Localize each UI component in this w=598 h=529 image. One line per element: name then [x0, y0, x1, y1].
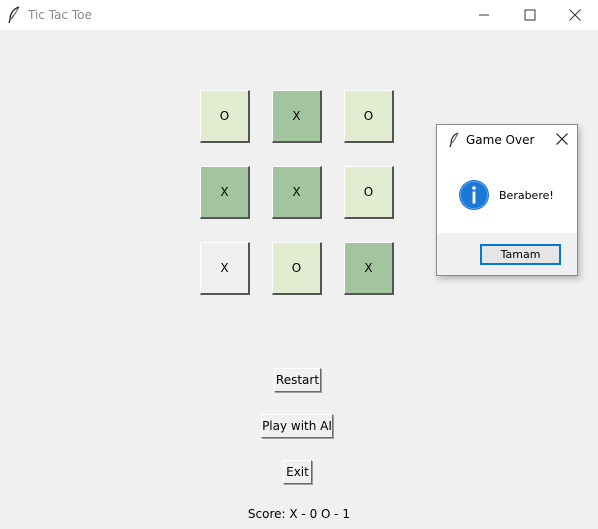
maximize-button[interactable] — [507, 0, 553, 30]
cell-mark: X — [220, 185, 229, 199]
play-with-ai-button[interactable]: Play with AI — [261, 414, 333, 438]
maximize-icon — [524, 9, 536, 21]
board-cell-2[interactable]: X — [272, 90, 322, 143]
board-cell-7[interactable]: X — [200, 242, 250, 295]
feather-icon — [448, 132, 460, 148]
cell-mark: O — [363, 109, 374, 123]
exit-button[interactable]: Exit — [283, 460, 312, 484]
cell-mark: X — [364, 261, 373, 275]
ok-button[interactable]: Tamam — [480, 244, 561, 265]
board-cell-1[interactable]: O — [200, 90, 250, 143]
title-bar[interactable]: Tic Tac Toe — [0, 0, 598, 30]
dialog-footer: Tamam — [437, 233, 577, 275]
score-label: Score: X - 0 O - 1 — [247, 507, 351, 521]
restart-button[interactable]: Restart — [274, 368, 321, 392]
board-cell-6[interactable]: O — [344, 166, 394, 219]
close-icon — [556, 133, 568, 145]
close-button[interactable] — [552, 0, 598, 30]
dialog-close-button[interactable] — [555, 132, 569, 146]
window-title: Tic Tac Toe — [28, 8, 92, 22]
dialog-title: Game Over — [466, 133, 535, 147]
cell-mark: X — [220, 261, 229, 275]
board-cell-3[interactable]: O — [344, 90, 394, 143]
board-cell-4[interactable]: X — [200, 166, 250, 219]
game-over-dialog: Game Over Berabere! Tamam — [436, 124, 578, 276]
feather-icon — [7, 6, 21, 24]
board-cell-8[interactable]: O — [272, 242, 322, 295]
cell-mark: X — [292, 185, 301, 199]
minimize-button[interactable] — [461, 0, 507, 30]
info-icon — [458, 179, 490, 211]
cell-mark: O — [291, 261, 302, 275]
close-icon — [569, 9, 581, 21]
board-cell-5[interactable]: X — [272, 166, 322, 219]
cell-mark: O — [219, 109, 230, 123]
dialog-message: Berabere! — [499, 189, 554, 202]
cell-mark: O — [363, 185, 374, 199]
board-cell-9[interactable]: X — [344, 242, 394, 295]
minimize-icon — [479, 14, 489, 16]
cell-mark: X — [292, 109, 301, 123]
